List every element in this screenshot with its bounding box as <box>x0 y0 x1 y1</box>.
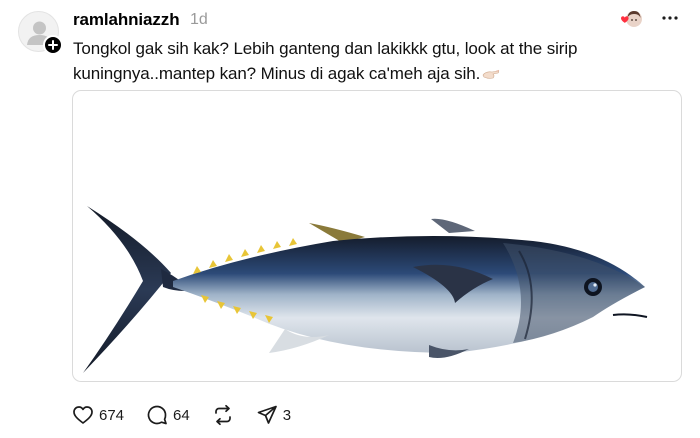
like-count: 674 <box>99 406 125 424</box>
repost-button[interactable] <box>212 402 234 428</box>
pinching-hand-emoji-icon <box>482 62 500 79</box>
post-image[interactable] <box>72 90 682 382</box>
bluefin-tuna-photo <box>83 206 648 373</box>
more-options-icon[interactable] <box>661 10 679 26</box>
heart-icon <box>73 406 93 424</box>
repost-icon <box>214 404 231 426</box>
follow-plus-icon[interactable] <box>43 35 63 55</box>
comment-button[interactable]: 64 <box>146 402 190 428</box>
share-button[interactable]: 3 <box>256 402 291 428</box>
comment-count: 64 <box>173 406 190 424</box>
username[interactable]: ramlahniazzh <box>73 10 180 30</box>
post-text-content: Tongkol gak sih kak? Lebih ganteng dan l… <box>73 39 578 83</box>
post-time: 1d <box>190 11 208 28</box>
post-text: Tongkol gak sih kak? Lebih ganteng dan l… <box>73 36 683 86</box>
share-icon <box>257 405 277 424</box>
liked-by-avatar-icon[interactable] <box>617 9 645 29</box>
like-button[interactable]: 674 <box>72 402 124 428</box>
post-actions: 674 64 3 <box>72 402 313 428</box>
comment-icon <box>147 405 167 425</box>
share-count: 3 <box>282 406 292 424</box>
